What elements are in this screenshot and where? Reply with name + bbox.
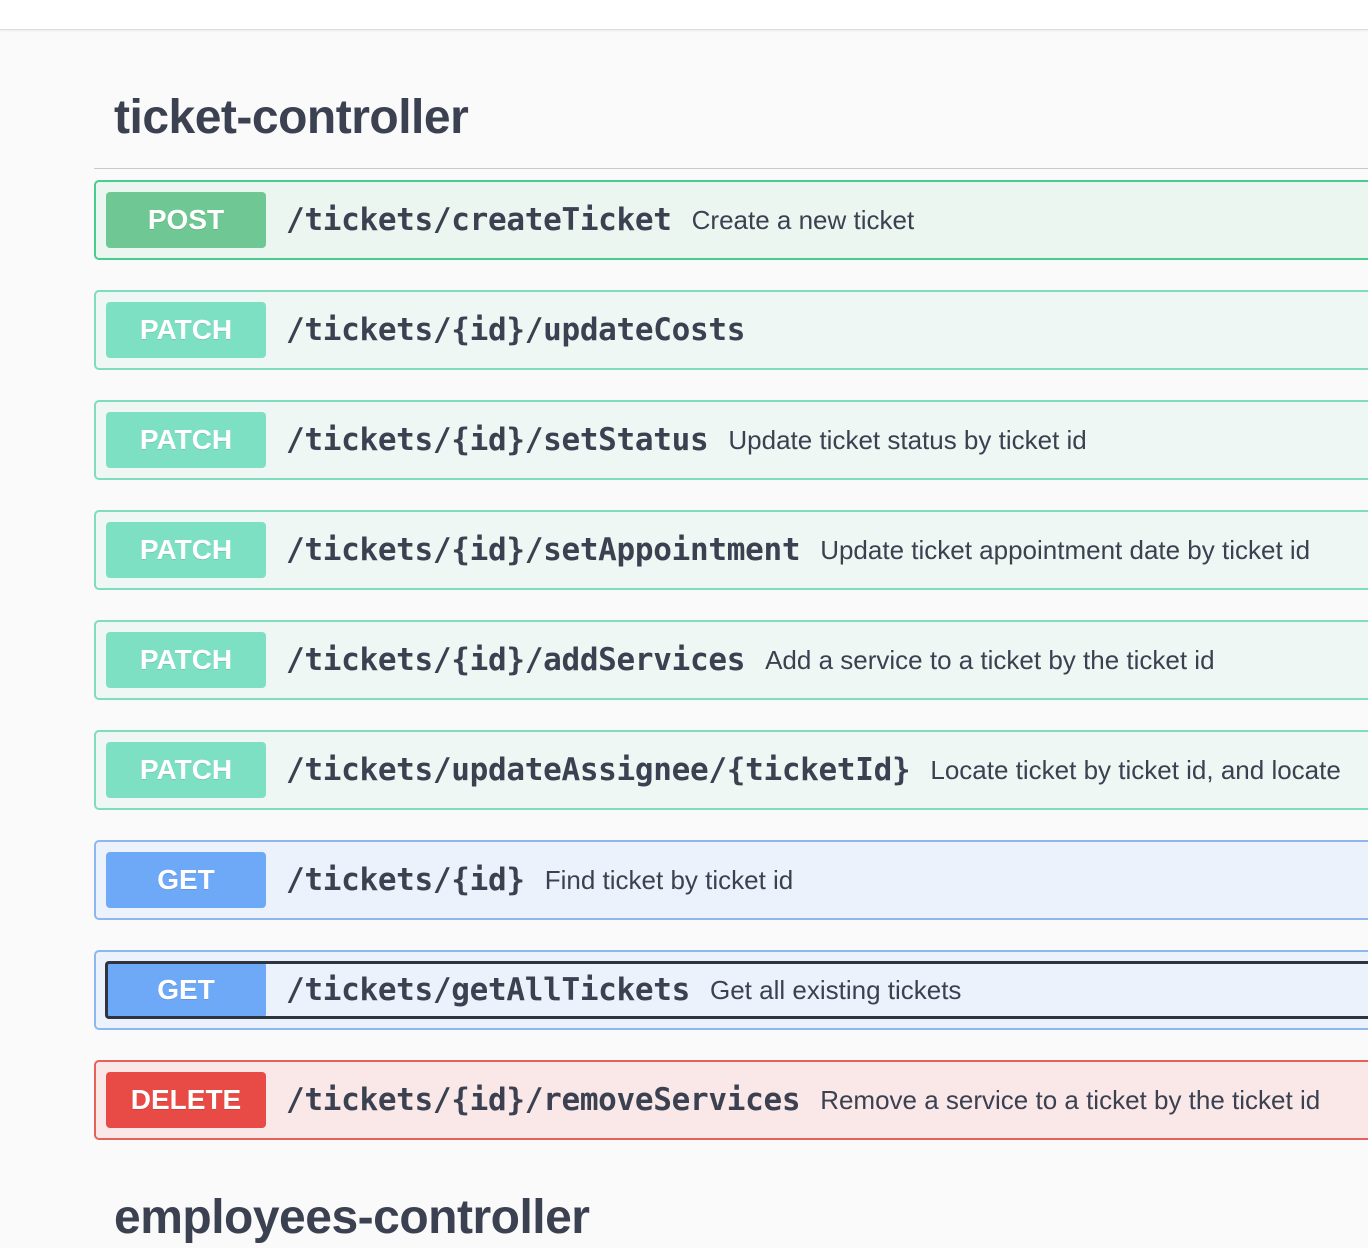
endpoint-description: Update ticket appointment date by ticket… bbox=[820, 534, 1311, 565]
endpoint-description: Get all existing tickets bbox=[710, 974, 962, 1005]
opblock-summary: /tickets/{id}/removeServices Remove a ser… bbox=[286, 1062, 1320, 1138]
endpoint-path: /tickets/getAllTickets bbox=[286, 972, 690, 1008]
opblock-summary: /tickets/{id} Find ticket by ticket id bbox=[286, 842, 793, 918]
endpoint-path: /tickets/{id}/updateCosts bbox=[286, 312, 746, 348]
section-title-employees-controller[interactable]: employees-controller bbox=[114, 1190, 590, 1245]
endpoint-description: Add a service to a ticket by the ticket … bbox=[765, 644, 1215, 675]
opblock-summary: /tickets/{id}/updateCosts bbox=[286, 292, 745, 368]
endpoint-path: /tickets/{id}/removeServices bbox=[286, 1082, 801, 1118]
method-badge: GET bbox=[106, 962, 266, 1018]
opblock-get[interactable]: GET/tickets/{id} Find ticket by ticket id bbox=[94, 840, 1368, 920]
opblock-post[interactable]: POST/tickets/createTicket Create a new ti… bbox=[94, 180, 1368, 260]
endpoint-description: Create a new ticket bbox=[691, 204, 915, 235]
endpoint-path: /tickets/{id}/setStatus bbox=[286, 422, 709, 458]
method-badge: GET bbox=[106, 852, 266, 908]
method-badge: PATCH bbox=[106, 522, 266, 578]
opblock-delete[interactable]: DELETE/tickets/{id}/removeServices Remove… bbox=[94, 1060, 1368, 1140]
top-bar bbox=[0, 0, 1368, 30]
method-badge: PATCH bbox=[106, 302, 266, 358]
opblock-summary: /tickets/{id}/addServices Add a service t… bbox=[286, 622, 1215, 698]
endpoint-description: Find ticket by ticket id bbox=[544, 864, 794, 895]
opblock-patch[interactable]: PATCH/tickets/updateAssignee/{ticketId} L… bbox=[94, 730, 1368, 810]
opblock-get[interactable]: GET/tickets/getAllTickets Get all existin… bbox=[94, 950, 1368, 1030]
method-badge: PATCH bbox=[106, 412, 266, 468]
opblock-patch[interactable]: PATCH/tickets/{id}/updateCosts bbox=[94, 290, 1368, 370]
opblock-patch[interactable]: PATCH/tickets/{id}/setAppointment Update … bbox=[94, 510, 1368, 590]
opblock-summary: /tickets/getAllTickets Get all existing t… bbox=[286, 952, 961, 1028]
endpoint-path: /tickets/updateAssignee/{ticketId} bbox=[286, 752, 911, 788]
opblock-summary: /tickets/{id}/setAppointment Update ticke… bbox=[286, 512, 1310, 588]
method-badge: PATCH bbox=[106, 742, 266, 798]
method-badge: POST bbox=[106, 192, 266, 248]
opblock-summary: /tickets/createTicket Create a new ticket bbox=[286, 182, 914, 258]
method-badge: DELETE bbox=[106, 1072, 266, 1128]
endpoint-path: /tickets/createTicket bbox=[286, 202, 672, 238]
endpoint-description: Locate ticket by ticket id, and locate bbox=[930, 754, 1341, 785]
opblock-patch[interactable]: PATCH/tickets/{id}/addServices Add a serv… bbox=[94, 620, 1368, 700]
opblock-summary: /tickets/updateAssignee/{ticketId} Locate… bbox=[286, 732, 1341, 808]
opblock-summary: /tickets/{id}/setStatus Update ticket sta… bbox=[286, 402, 1087, 478]
endpoint-description: Update ticket status by ticket id bbox=[728, 424, 1087, 455]
opblock-patch[interactable]: PATCH/tickets/{id}/setStatus Update ticke… bbox=[94, 400, 1368, 480]
section-divider bbox=[94, 168, 1368, 169]
endpoint-path: /tickets/{id} bbox=[286, 862, 525, 898]
endpoint-path: /tickets/{id}/addServices bbox=[286, 642, 746, 678]
endpoint-description: Remove a service to a ticket by the tick… bbox=[820, 1084, 1321, 1115]
section-title-ticket-controller[interactable]: ticket-controller bbox=[114, 90, 469, 145]
method-badge: PATCH bbox=[106, 632, 266, 688]
endpoint-path: /tickets/{id}/setAppointment bbox=[286, 532, 801, 568]
